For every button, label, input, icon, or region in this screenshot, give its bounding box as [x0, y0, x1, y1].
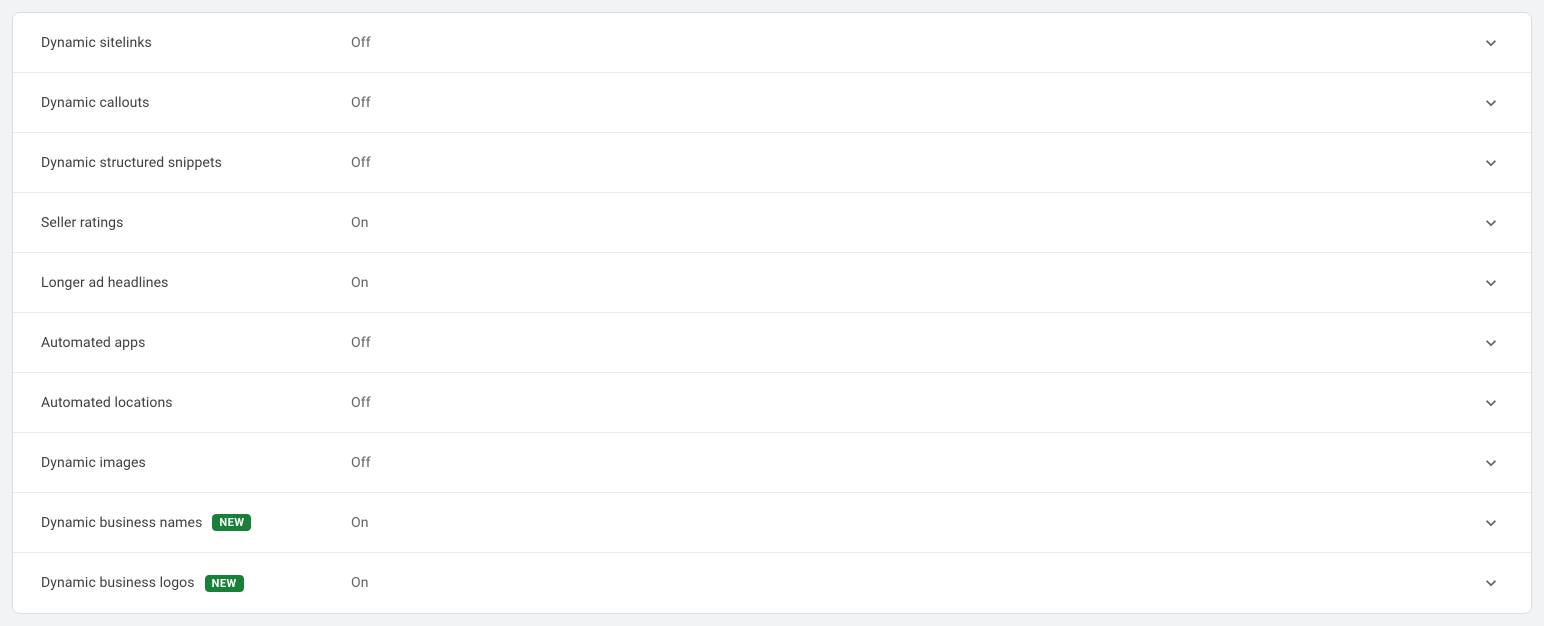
setting-row-seller-ratings[interactable]: Seller ratings NEW On [13, 193, 1531, 253]
setting-label: Automated apps [41, 335, 145, 351]
setting-row-automated-apps[interactable]: Automated apps NEW Off [13, 313, 1531, 373]
chevron-down-icon [1479, 273, 1503, 293]
setting-status: On [351, 575, 1479, 591]
chevron-down-icon [1479, 453, 1503, 473]
setting-row-dynamic-structured-snippets[interactable]: Dynamic structured snippets NEW Off [13, 133, 1531, 193]
settings-list: Dynamic sitelinks NEW Off Dynamic callou… [12, 12, 1532, 614]
setting-row-dynamic-callouts[interactable]: Dynamic callouts NEW Off [13, 73, 1531, 133]
setting-label: Dynamic images [41, 455, 146, 471]
setting-status: Off [351, 455, 1479, 471]
setting-row-automated-locations[interactable]: Automated locations NEW Off [13, 373, 1531, 433]
setting-status: Off [351, 335, 1479, 351]
setting-label: Dynamic structured snippets [41, 155, 222, 171]
chevron-down-icon [1479, 213, 1503, 233]
setting-row-dynamic-sitelinks[interactable]: Dynamic sitelinks NEW Off [13, 13, 1531, 73]
setting-label: Longer ad headlines [41, 275, 168, 291]
new-badge: NEW [212, 514, 251, 531]
setting-label: Seller ratings [41, 215, 123, 231]
setting-row-dynamic-business-names[interactable]: Dynamic business names NEW On [13, 493, 1531, 553]
setting-row-dynamic-images[interactable]: Dynamic images NEW Off [13, 433, 1531, 493]
chevron-down-icon [1479, 33, 1503, 53]
chevron-down-icon [1479, 513, 1503, 533]
setting-status: On [351, 275, 1479, 291]
chevron-down-icon [1479, 573, 1503, 593]
new-badge: NEW [205, 575, 244, 592]
chevron-down-icon [1479, 93, 1503, 113]
setting-status: On [351, 515, 1479, 531]
setting-status: Off [351, 395, 1479, 411]
setting-label: Dynamic callouts [41, 95, 150, 111]
setting-status: Off [351, 35, 1479, 51]
setting-label: Dynamic business names [41, 515, 202, 531]
setting-status: On [351, 215, 1479, 231]
chevron-down-icon [1479, 153, 1503, 173]
setting-row-dynamic-business-logos[interactable]: Dynamic business logos NEW On [13, 553, 1531, 613]
setting-row-longer-ad-headlines[interactable]: Longer ad headlines NEW On [13, 253, 1531, 313]
chevron-down-icon [1479, 393, 1503, 413]
setting-status: Off [351, 155, 1479, 171]
chevron-down-icon [1479, 333, 1503, 353]
setting-label: Automated locations [41, 395, 173, 411]
setting-label: Dynamic business logos [41, 575, 195, 591]
setting-status: Off [351, 95, 1479, 111]
setting-label: Dynamic sitelinks [41, 35, 152, 51]
